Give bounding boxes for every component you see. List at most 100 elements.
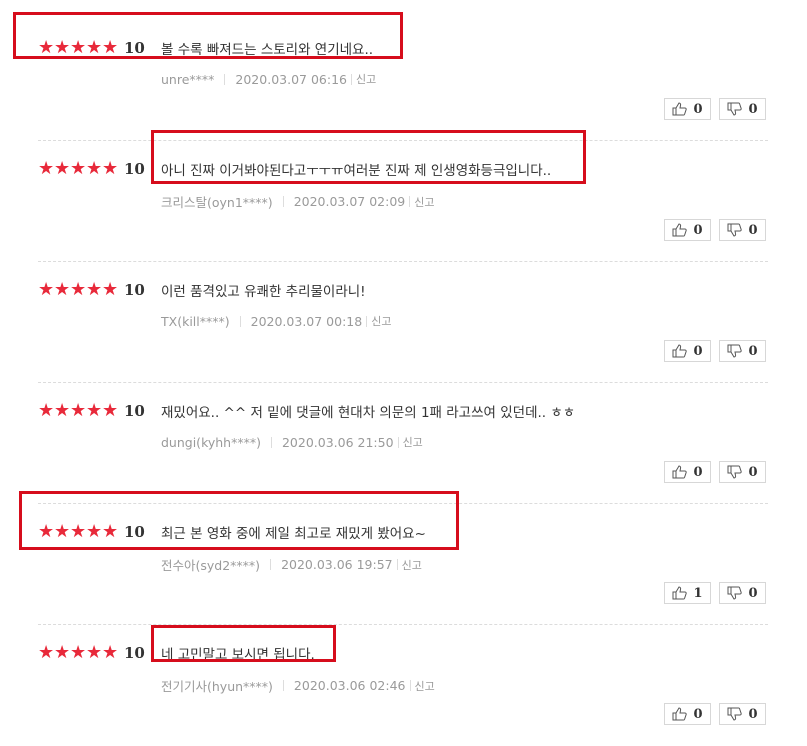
thumbs-down-icon: [727, 102, 743, 116]
thumbs-up-icon: [672, 707, 688, 721]
reviewer-name[interactable]: 크리스탈(oyn1****): [161, 192, 273, 211]
dislike-button[interactable]: 0: [719, 98, 766, 120]
reviewer-name[interactable]: 전기기사(hyun****): [161, 676, 273, 695]
review-date: 2020.03.06 21:50: [281, 434, 394, 450]
star-icon: ★: [70, 279, 87, 300]
review-meta: dungi(kyhh****) 2020.03.06 21:50 신고: [161, 434, 423, 450]
report-link[interactable]: 신고: [402, 557, 422, 573]
rating-score: 10: [124, 281, 145, 299]
star-icon: ★: [86, 37, 103, 58]
review-text: 네 고민말고 보시면 됩니다.: [161, 647, 315, 663]
review-item: ★ ★ ★ ★ ★ 10 이런 품격있고 유쾌한 추리물이라니! TX(kill****…: [0, 262, 807, 383]
thumbs-up-icon: [672, 344, 688, 358]
dislike-button[interactable]: 0: [719, 219, 766, 241]
star-icon: ★: [54, 279, 71, 300]
thumbs-down-icon: [727, 223, 743, 237]
rating-stars: ★ ★ ★ ★ ★ 10: [38, 158, 145, 179]
rating-stars: ★ ★ ★ ★ ★ 10: [38, 400, 145, 421]
star-icon: ★: [70, 400, 87, 421]
like-count: 0: [693, 101, 703, 117]
review-text: 최근 본 영화 중에 제일 최고로 재밌게 봤어요~: [161, 526, 426, 542]
divider: [350, 73, 352, 85]
rating-stars: ★ ★ ★ ★ ★ 10: [38, 521, 145, 542]
star-icon: ★: [86, 400, 103, 421]
star-icon: ★: [54, 158, 71, 179]
dislike-count: 0: [748, 464, 758, 480]
star-icon: ★: [38, 521, 55, 542]
review-date: 2020.03.07 00:18: [250, 313, 363, 329]
star-icon: ★: [70, 521, 87, 542]
review-text: 재밌어요.. ^^ 저 밑에 댓글에 현대차 의문의 1패 라고쓰여 있던데..…: [161, 405, 576, 421]
star-icon: ★: [38, 37, 55, 58]
like-button[interactable]: 0: [664, 219, 711, 241]
like-button[interactable]: 0: [664, 461, 711, 483]
rating-stars: ★ ★ ★ ★ ★ 10: [38, 279, 145, 300]
divider: [282, 196, 284, 207]
reviewer-name[interactable]: unre****: [161, 72, 214, 87]
like-count: 0: [693, 222, 703, 238]
like-button[interactable]: 1: [664, 582, 711, 604]
dislike-button[interactable]: 0: [719, 582, 766, 604]
reviewer-name[interactable]: dungi(kyhh****): [161, 435, 261, 450]
report-link[interactable]: 신고: [371, 313, 391, 329]
rating-score: 10: [124, 402, 145, 420]
star-icon: ★: [102, 37, 119, 58]
divider: [270, 436, 272, 448]
review-date: 2020.03.06 19:57: [281, 557, 393, 572]
review-text: 아니 진짜 이거봐야된다고ㅜㅜㅠ여러분 진짜 제 인생영화등극입니다..: [161, 163, 552, 179]
star-icon: ★: [70, 158, 87, 179]
divider: [409, 196, 411, 207]
dislike-button[interactable]: 0: [719, 461, 766, 483]
star-icon: ★: [70, 37, 87, 58]
dislike-count: 0: [748, 343, 758, 359]
dislike-count: 0: [748, 222, 758, 238]
divider: [270, 559, 272, 570]
thumbs-up-icon: [672, 586, 688, 600]
review-meta: 전기기사(hyun****) 2020.03.06 02:46 신고: [161, 676, 435, 695]
review-date: 2020.03.06 02:46: [293, 678, 406, 693]
thumbs-up-icon: [672, 223, 688, 237]
divider: [409, 680, 411, 691]
thumbs-up-icon: [672, 102, 688, 116]
star-icon: ★: [86, 521, 103, 542]
rating-stars: ★ ★ ★ ★ ★ 10: [38, 642, 145, 663]
like-button[interactable]: 0: [664, 98, 711, 120]
star-icon: ★: [86, 279, 103, 300]
reviewer-name[interactable]: TX(kill****): [161, 314, 230, 329]
rating-stars: ★ ★ ★ ★ ★ 10: [38, 37, 145, 58]
divider: [224, 73, 226, 85]
star-icon: ★: [102, 642, 119, 663]
like-count: 0: [693, 706, 703, 722]
report-link[interactable]: 신고: [403, 434, 423, 450]
review-meta: TX(kill****) 2020.03.07 00:18 신고: [161, 313, 391, 329]
like-button[interactable]: 0: [664, 703, 711, 725]
report-link[interactable]: 신고: [414, 194, 434, 210]
review-text: 이런 품격있고 유쾌한 추리물이라니!: [161, 284, 366, 300]
reviewer-name[interactable]: 전수아(syd2****): [161, 555, 260, 574]
review-item: ★ ★ ★ ★ ★ 10 볼 수록 빠져드는 스토리와 연기네요.. unre**** …: [0, 20, 807, 141]
dislike-count: 0: [748, 585, 758, 601]
like-count: 0: [693, 343, 703, 359]
thumbs-up-icon: [672, 465, 688, 479]
vote-buttons: 0 0: [664, 461, 766, 483]
vote-buttons: 0 0: [664, 219, 766, 241]
report-link[interactable]: 신고: [415, 678, 435, 694]
review-meta: unre**** 2020.03.07 06:16 신고: [161, 71, 376, 87]
dislike-button[interactable]: 0: [719, 340, 766, 362]
vote-buttons: 1 0: [664, 582, 766, 604]
dislike-button[interactable]: 0: [719, 703, 766, 725]
star-icon: ★: [86, 158, 103, 179]
thumbs-down-icon: [727, 707, 743, 721]
star-icon: ★: [86, 642, 103, 663]
thumbs-down-icon: [727, 586, 743, 600]
divider: [239, 315, 241, 327]
like-button[interactable]: 0: [664, 340, 711, 362]
rating-score: 10: [124, 39, 145, 57]
vote-buttons: 0 0: [664, 340, 766, 362]
review-item: ★ ★ ★ ★ ★ 10 아니 진짜 이거봐야된다고ㅜㅜㅠ여러분 진짜 제 인생영화등극…: [0, 141, 807, 262]
review-date: 2020.03.07 06:16: [235, 71, 347, 87]
report-link[interactable]: 신고: [356, 71, 376, 87]
star-icon: ★: [102, 279, 119, 300]
review-meta: 크리스탈(oyn1****) 2020.03.07 02:09 신고: [161, 192, 435, 211]
star-icon: ★: [70, 642, 87, 663]
